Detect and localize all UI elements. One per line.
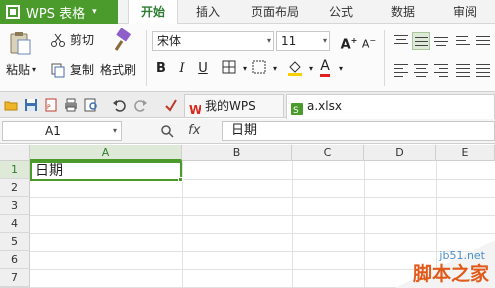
scissors-icon (50, 32, 66, 48)
font-name-value: 宋体 (157, 34, 182, 48)
paste-label: 粘贴 (6, 63, 31, 77)
formula-input[interactable]: 日期 (222, 121, 495, 141)
font-size-value: 11 (281, 34, 297, 48)
redo-icon[interactable] (134, 98, 148, 112)
chevron-down-icon: ▾ (266, 36, 271, 45)
watermark-name: 脚本之家 (412, 263, 489, 285)
spreadsheet-icon: S (291, 100, 303, 116)
cell-a1[interactable]: 日期 (30, 161, 182, 181)
align-top-icon[interactable] (392, 32, 410, 50)
column-header-b[interactable]: B (182, 145, 292, 161)
column-header-d[interactable]: D (364, 145, 436, 161)
column-header-a[interactable]: A (30, 145, 182, 161)
tab-formulas[interactable]: 公式 (316, 0, 366, 24)
insert-function-button[interactable]: fx (188, 123, 200, 138)
tab-my-wps[interactable]: W 我的WPS (184, 94, 284, 117)
chevron-down-icon: ▾ (92, 7, 97, 17)
row-header-5[interactable]: 5 (0, 233, 30, 251)
wps-logo-icon: W (189, 100, 202, 117)
grow-font-icon[interactable]: A+ (340, 32, 358, 52)
justify-icon[interactable] (454, 61, 472, 79)
tab-page-layout[interactable]: 页面布局 (242, 0, 308, 24)
align-middle-icon[interactable] (412, 32, 430, 50)
tab-insert[interactable]: 插入 (185, 0, 231, 24)
row-header-3[interactable]: 3 (0, 197, 30, 215)
brush-icon[interactable] (108, 28, 134, 54)
fx-area: fx (160, 123, 200, 138)
column-header-c[interactable]: C (292, 145, 364, 161)
fill-handle[interactable] (178, 177, 183, 182)
gridline (30, 197, 495, 198)
wrap-text-icon[interactable] (454, 32, 472, 50)
tab-review[interactable]: 审阅 (440, 0, 490, 24)
open-folder-icon[interactable] (4, 98, 18, 112)
copy-icon (50, 62, 66, 78)
paste-button[interactable]: 粘贴 ▾ (6, 61, 36, 78)
underline-button[interactable]: U (194, 60, 212, 78)
wps-logo-icon (6, 5, 20, 19)
cell-reference: A1 (45, 124, 61, 138)
shrink-font-icon[interactable]: A− (360, 32, 378, 51)
tab-label: 我的WPS (205, 99, 256, 113)
align-bottom-icon[interactable] (432, 32, 450, 50)
cut-button[interactable]: 剪切 (50, 31, 94, 48)
row-header-2[interactable]: 2 (0, 179, 30, 197)
watermark: jb51.net 脚本之家 (355, 230, 495, 288)
quick-access-bar: P W 我的WPS S a.xlsx (0, 92, 495, 119)
paste-icon[interactable] (8, 30, 34, 56)
gridline (292, 161, 293, 288)
align-center-icon[interactable] (412, 61, 430, 79)
chevron-down-icon: ▾ (32, 65, 37, 74)
svg-text:P: P (47, 104, 51, 111)
text-direction-icon[interactable] (474, 32, 492, 50)
gridline (30, 215, 495, 216)
app-name: WPS 表格 (26, 6, 86, 22)
chevron-down-icon: ▾ (322, 36, 327, 45)
format-painter-button[interactable]: 格式刷 (100, 61, 136, 78)
copy-label: 复制 (70, 63, 95, 77)
chevron-down-icon[interactable]: ▾ (266, 60, 284, 78)
cut-label: 剪切 (70, 33, 95, 47)
font-size-select[interactable]: 11 ▾ (276, 31, 330, 51)
save-icon[interactable] (24, 98, 38, 112)
customize-toolbar-icon[interactable] (164, 98, 178, 112)
tab-data[interactable]: 数据 (378, 0, 428, 24)
bold-button[interactable]: B (152, 60, 170, 78)
export-pdf-icon[interactable]: P (44, 98, 58, 112)
svg-text:S: S (293, 106, 299, 115)
select-all-corner[interactable] (0, 145, 30, 161)
distributed-align-icon[interactable] (474, 61, 492, 79)
menu-bar: WPS 表格 ▾ 开始 插入 页面布局 公式 数据 审阅 (0, 0, 495, 25)
align-right-icon[interactable] (432, 61, 450, 79)
svg-text:W: W (189, 103, 201, 115)
format-painter-label: 格式刷 (100, 63, 137, 77)
copy-button[interactable]: 复制 (50, 61, 94, 78)
row-header-7[interactable]: 7 (0, 269, 30, 287)
print-preview-icon[interactable] (84, 98, 98, 112)
row-header-6[interactable]: 6 (0, 251, 30, 269)
chevron-down-icon: ▾ (112, 126, 117, 135)
italic-button[interactable]: I (173, 60, 191, 78)
formula-bar: A1 ▾ fx 日期 (0, 119, 495, 144)
align-left-icon[interactable] (392, 61, 410, 79)
tab-label: a.xlsx (307, 99, 342, 113)
chevron-down-icon[interactable]: ▾ (332, 60, 350, 78)
ribbon: 粘贴 ▾ 剪切 复制 格式刷 宋体 ▾ 11 ▾ A+ A− B I U ▾ ▾… (0, 24, 495, 92)
undo-icon[interactable] (112, 98, 126, 112)
font-name-select[interactable]: 宋体 ▾ (152, 31, 274, 51)
name-box[interactable]: A1 ▾ (2, 121, 122, 141)
row-header-1[interactable]: 1 (0, 161, 30, 179)
zoom-search-icon[interactable] (160, 124, 174, 138)
tab-home[interactable]: 开始 (128, 0, 178, 25)
divider (146, 30, 147, 86)
app-menu-button[interactable]: WPS 表格 ▾ (0, 0, 118, 24)
column-header-e[interactable]: E (436, 145, 495, 161)
tab-a-xlsx[interactable]: S a.xlsx (286, 94, 495, 119)
divider (384, 30, 385, 86)
row-header-4[interactable]: 4 (0, 215, 30, 233)
print-icon[interactable] (64, 98, 78, 112)
